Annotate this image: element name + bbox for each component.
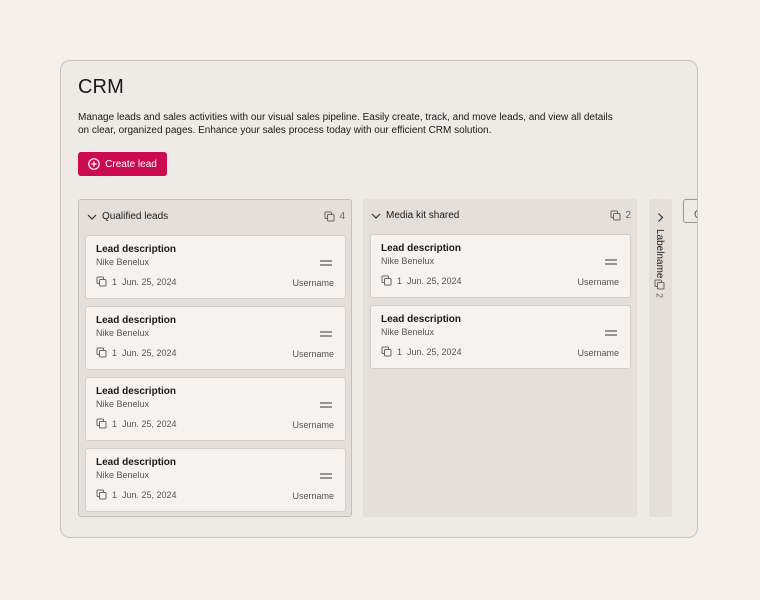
card-company: Nike Benelux bbox=[96, 399, 150, 409]
card-date: Jun. 25, 2024 bbox=[407, 346, 462, 357]
copy-icon bbox=[96, 276, 107, 287]
chevron-down-icon[interactable] bbox=[86, 211, 98, 223]
card-username: Username bbox=[577, 277, 619, 287]
drag-handle-icon[interactable] bbox=[605, 323, 617, 336]
column-count: 4 bbox=[324, 211, 345, 222]
card-count: 1 bbox=[112, 347, 118, 358]
page-description: Manage leads and sales activities with o… bbox=[78, 112, 613, 136]
column-title: Qualified leads bbox=[102, 211, 169, 222]
column-header: Qualified leads 4 bbox=[79, 200, 351, 234]
card-company: Nike Benelux bbox=[96, 328, 150, 338]
partial-add-column-button[interactable] bbox=[683, 199, 697, 223]
card-title: Lead description bbox=[96, 386, 177, 397]
card-count: 1 bbox=[112, 489, 118, 500]
card-date: Jun. 25, 2024 bbox=[122, 276, 177, 287]
column-collapsed[interactable]: Labelname 2 bbox=[649, 199, 672, 517]
card-username: Username bbox=[577, 348, 619, 358]
drag-handle-icon[interactable] bbox=[320, 466, 332, 479]
column-count-value: 4 bbox=[339, 211, 345, 222]
card-date: Jun. 25, 2024 bbox=[407, 275, 462, 286]
copy-icon bbox=[381, 346, 392, 357]
card-date: Jun. 25, 2024 bbox=[122, 489, 177, 500]
lead-card[interactable]: Lead description Nike Benelux 1 Jun. 25,… bbox=[85, 306, 346, 370]
card-count: 1 bbox=[397, 346, 403, 357]
card-meta: 1 Jun. 25, 2024 bbox=[381, 275, 462, 286]
column-media-kit-shared: Media kit shared 2 Lead description Nike… bbox=[363, 199, 637, 517]
column-count: 2 bbox=[610, 210, 631, 221]
lead-card[interactable]: Lead description Nike Benelux 1 Jun. 25,… bbox=[85, 235, 346, 299]
page-title: CRM bbox=[78, 76, 124, 98]
card-meta: 1 Jun. 25, 2024 bbox=[96, 347, 177, 358]
partial-circle-icon bbox=[694, 206, 697, 219]
card-company: Nike Benelux bbox=[381, 256, 435, 266]
column-count-value: 2 bbox=[625, 210, 631, 221]
card-count: 1 bbox=[112, 418, 118, 429]
lead-card[interactable]: Lead description Nike Benelux 1 Jun. 25,… bbox=[370, 305, 631, 369]
copy-icon bbox=[96, 489, 107, 500]
card-meta: 1 Jun. 25, 2024 bbox=[96, 276, 177, 287]
crm-window: CRM Manage leads and sales activities wi… bbox=[60, 60, 698, 538]
card-username: Username bbox=[292, 420, 334, 430]
drag-handle-icon[interactable] bbox=[320, 395, 332, 408]
card-date: Jun. 25, 2024 bbox=[122, 347, 177, 358]
copy-icon bbox=[324, 211, 335, 222]
card-title: Lead description bbox=[96, 457, 177, 468]
chevron-down-icon[interactable] bbox=[370, 210, 382, 222]
collapsed-column-count: 2 bbox=[654, 279, 665, 298]
create-lead-label: Create lead bbox=[105, 158, 157, 170]
chevron-right-icon[interactable] bbox=[655, 210, 666, 222]
card-company: Nike Benelux bbox=[381, 327, 435, 337]
card-company: Nike Benelux bbox=[96, 470, 150, 480]
create-lead-button[interactable]: Create lead bbox=[78, 152, 167, 176]
lead-card[interactable]: Lead description Nike Benelux 1 Jun. 25,… bbox=[370, 234, 631, 298]
column-title: Media kit shared bbox=[386, 210, 460, 221]
card-meta: 1 Jun. 25, 2024 bbox=[96, 418, 177, 429]
copy-icon bbox=[654, 279, 665, 290]
card-date: Jun. 25, 2024 bbox=[122, 418, 177, 429]
card-count: 1 bbox=[397, 275, 403, 286]
card-username: Username bbox=[292, 278, 334, 288]
card-username: Username bbox=[292, 491, 334, 501]
lead-card[interactable]: Lead description Nike Benelux 1 Jun. 25,… bbox=[85, 377, 346, 441]
card-meta: 1 Jun. 25, 2024 bbox=[381, 346, 462, 357]
card-count: 1 bbox=[112, 276, 118, 287]
column-header: Media kit shared 2 bbox=[363, 199, 637, 233]
card-username: Username bbox=[292, 349, 334, 359]
card-title: Lead description bbox=[96, 315, 177, 326]
drag-handle-icon[interactable] bbox=[320, 253, 332, 266]
collapsed-column-label: Labelname bbox=[654, 229, 665, 279]
copy-icon bbox=[96, 347, 107, 358]
drag-handle-icon[interactable] bbox=[605, 252, 617, 265]
card-title: Lead description bbox=[381, 243, 462, 254]
plus-circle-icon bbox=[88, 158, 100, 170]
copy-icon bbox=[610, 210, 621, 221]
drag-handle-icon[interactable] bbox=[320, 324, 332, 337]
copy-icon bbox=[96, 418, 107, 429]
copy-icon bbox=[381, 275, 392, 286]
card-meta: 1 Jun. 25, 2024 bbox=[96, 489, 177, 500]
collapsed-column-count-value: 2 bbox=[654, 293, 665, 299]
card-title: Lead description bbox=[96, 244, 177, 255]
card-company: Nike Benelux bbox=[96, 257, 150, 267]
lead-card[interactable]: Lead description Nike Benelux 1 Jun. 25,… bbox=[85, 448, 346, 512]
card-title: Lead description bbox=[381, 314, 462, 325]
column-qualified-leads: Qualified leads 4 Lead description Nike … bbox=[78, 199, 352, 517]
